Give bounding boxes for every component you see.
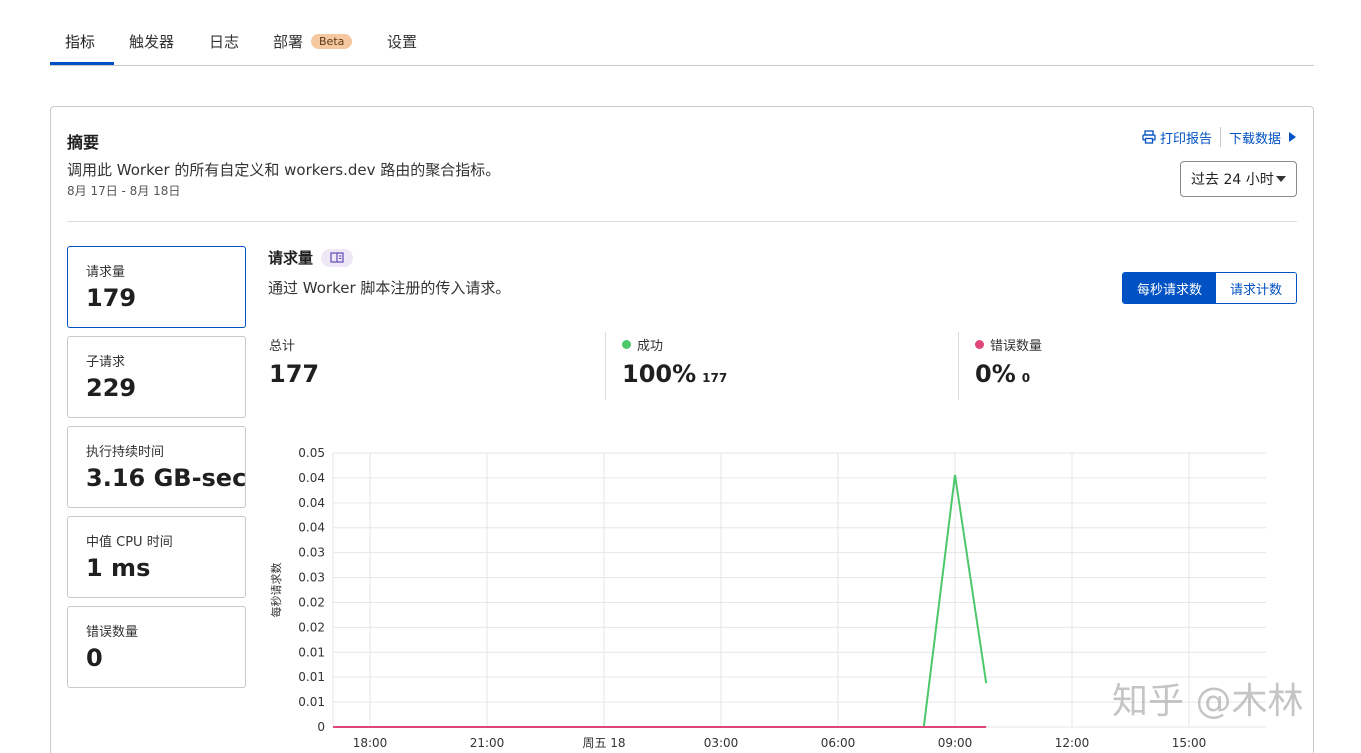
y-tick-label: 0.04	[298, 496, 325, 510]
y-tick-label: 0.01	[298, 645, 325, 659]
beta-badge: Beta	[311, 34, 352, 49]
report-actions: 打印报告 下载数据	[1142, 127, 1299, 147]
success-count: 177	[702, 371, 727, 385]
stat-value: 179	[86, 284, 227, 312]
print-report-label: 打印报告	[1160, 128, 1212, 147]
metric-divider	[958, 332, 959, 400]
chevron-down-icon	[1276, 176, 1286, 182]
metric-label: 成功	[622, 335, 727, 354]
tab-logs[interactable]: 日志	[209, 31, 239, 52]
x-tick-label: 06:00	[821, 736, 856, 750]
toggle-requests-per-second[interactable]: 每秒请求数	[1123, 273, 1216, 303]
metric-value: 100% 177	[622, 360, 727, 388]
success-percent: 100%	[622, 360, 696, 388]
tab-deployments-label: 部署	[273, 33, 303, 51]
panel-title: 请求量	[268, 247, 353, 268]
stat-value: 0	[86, 644, 227, 672]
y-tick-label: 0.01	[298, 670, 325, 684]
stat-label: 错误数量	[86, 621, 227, 640]
y-tick-label: 0.02	[298, 595, 325, 609]
metric-toggle: 每秒请求数 请求计数	[1122, 272, 1297, 304]
y-tick-label: 0.04	[298, 471, 325, 485]
y-tick-label: 0.03	[298, 571, 325, 585]
stat-value: 229	[86, 374, 227, 402]
download-data-label: 下载数据	[1229, 128, 1281, 147]
stat-duration[interactable]: 执行持续时间 3.16 GB-sec	[67, 426, 246, 508]
y-tick-label: 0.01	[298, 695, 325, 709]
metric-success: 成功 100% 177	[622, 335, 727, 388]
stat-label: 请求量	[86, 261, 227, 280]
stat-requests[interactable]: 请求量 179	[67, 246, 246, 328]
watermark: 知乎 @木林	[1112, 672, 1303, 724]
x-tick-label: 18:00	[353, 736, 388, 750]
y-axis-label: 每秒请求数	[269, 563, 283, 618]
summary-description: 调用此 Worker 的所有自定义和 workers.dev 路由的聚合指标。	[67, 159, 500, 180]
caret-right-icon	[1285, 130, 1299, 144]
toggle-request-count[interactable]: 请求计数	[1216, 273, 1296, 303]
y-tick-label: 0.05	[298, 446, 325, 460]
tab-settings[interactable]: 设置	[387, 31, 417, 52]
print-report-button[interactable]: 打印报告	[1142, 128, 1212, 147]
metric-total: 总计 177	[269, 335, 319, 388]
stat-errors[interactable]: 错误数量 0	[67, 606, 246, 688]
download-data-button[interactable]: 下载数据	[1229, 128, 1299, 147]
x-tick-label: 21:00	[470, 736, 505, 750]
stat-label: 子请求	[86, 351, 227, 370]
metric-label: 错误数量	[975, 335, 1042, 354]
tab-metrics[interactable]: 指标	[65, 31, 95, 52]
x-tick-label: 周五 18	[582, 736, 625, 750]
stat-value: 3.16 GB-sec	[86, 464, 227, 492]
summary-divider	[67, 221, 1297, 222]
tab-bar: 指标 触发器 日志 部署 Beta 设置	[50, 0, 1314, 66]
x-tick-label: 15:00	[1172, 736, 1207, 750]
success-dot	[622, 340, 631, 349]
y-tick-label: 0.04	[298, 521, 325, 535]
x-tick-label: 03:00	[704, 736, 739, 750]
panel-description: 通过 Worker 脚本注册的传入请求。	[268, 277, 510, 298]
summary-title: 摘要	[67, 129, 99, 153]
printer-icon	[1142, 130, 1156, 144]
time-range-value: 过去 24 小时	[1191, 169, 1274, 189]
series-line-0	[370, 475, 986, 727]
metric-label: 总计	[269, 335, 319, 354]
stat-label: 执行持续时间	[86, 441, 227, 460]
tab-triggers[interactable]: 触发器	[129, 31, 174, 52]
x-tick-label: 09:00	[938, 736, 973, 750]
date-range: 8月 17日 - 8月 18日	[67, 182, 180, 199]
success-label: 成功	[637, 335, 663, 354]
error-dot	[975, 340, 984, 349]
x-tick-label: 12:00	[1055, 736, 1090, 750]
summary-card: 摘要 调用此 Worker 的所有自定义和 workers.dev 路由的聚合指…	[50, 106, 1314, 753]
active-tab-indicator	[50, 62, 114, 65]
error-label: 错误数量	[990, 335, 1042, 354]
docs-link[interactable]	[321, 249, 353, 267]
metric-errors: 错误数量 0% 0	[975, 335, 1042, 388]
metric-value: 177	[269, 360, 319, 388]
stat-cpu-time[interactable]: 中值 CPU 时间 1 ms	[67, 516, 246, 598]
actions-divider	[1220, 127, 1221, 147]
panel-title-text: 请求量	[268, 247, 313, 268]
y-tick-label: 0.03	[298, 546, 325, 560]
stat-label: 中值 CPU 时间	[86, 531, 227, 550]
error-percent: 0%	[975, 360, 1016, 388]
stat-value: 1 ms	[86, 554, 227, 582]
tab-deployments[interactable]: 部署 Beta	[273, 31, 352, 52]
error-count: 0	[1022, 371, 1030, 385]
metric-divider	[605, 332, 606, 400]
stat-subrequests[interactable]: 子请求 229	[67, 336, 246, 418]
y-tick-label: 0	[317, 720, 325, 734]
metric-value: 0% 0	[975, 360, 1042, 388]
y-tick-label: 0.02	[298, 620, 325, 634]
book-icon	[330, 252, 344, 263]
time-range-select[interactable]: 过去 24 小时	[1180, 161, 1297, 197]
